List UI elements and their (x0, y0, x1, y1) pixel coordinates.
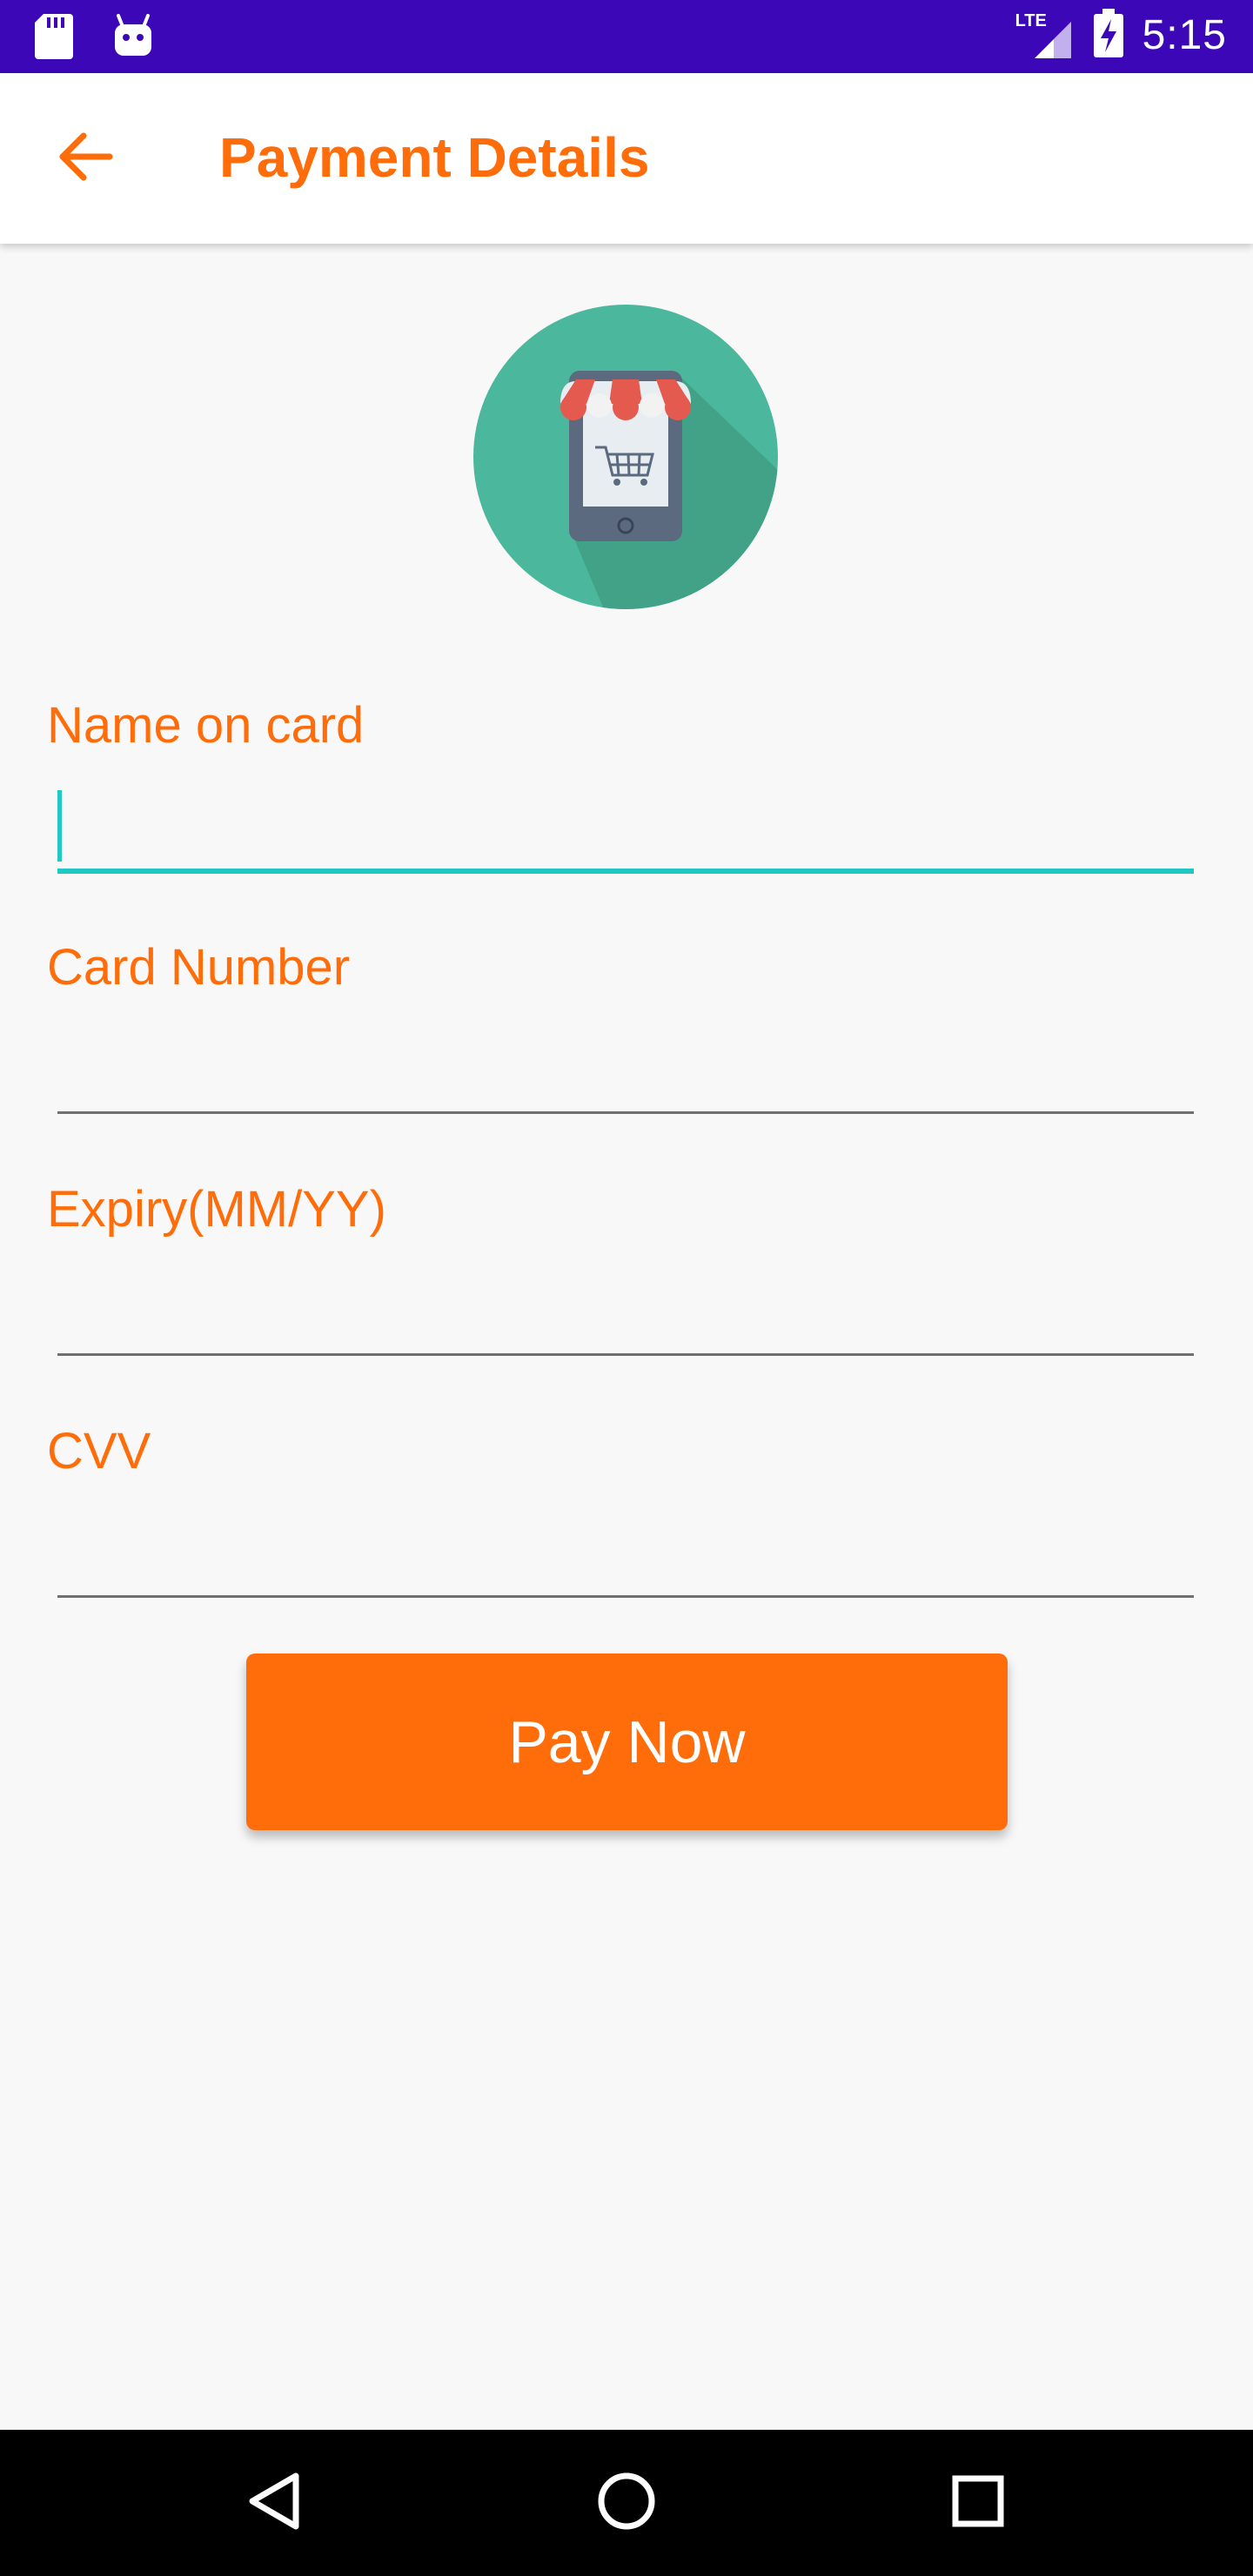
name-on-card-input[interactable] (57, 775, 1194, 862)
pay-now-button[interactable]: Pay Now (246, 1654, 1008, 1830)
android-icon (113, 14, 153, 64)
card-number-label: Card Number (47, 939, 351, 996)
navigation-bar (0, 2430, 1253, 2576)
cvv-label: CVV (47, 1423, 151, 1479)
cvv-input[interactable] (57, 1500, 1194, 1587)
expiry-field: Expiry(MM/YY) (0, 1171, 1253, 1363)
nav-recents-button[interactable] (926, 2451, 1030, 2555)
nav-home-button[interactable] (574, 2451, 679, 2555)
recents-square-icon (950, 2473, 1006, 2533)
status-left-icons (35, 14, 153, 64)
expiry-input[interactable] (57, 1258, 1194, 1345)
back-triangle-icon (247, 2471, 303, 2536)
name-on-card-underline (57, 869, 1194, 874)
name-on-card-field: Name on card (0, 688, 1253, 879)
arrow-left-icon (57, 132, 113, 185)
battery-charging-icon (1093, 9, 1123, 62)
app-bar: Payment Details (0, 73, 1253, 244)
card-number-input[interactable] (57, 1016, 1194, 1104)
card-number-field: Card Number (0, 929, 1253, 1121)
mobile-shop-icon (473, 305, 778, 609)
status-time: 5:15 (1142, 12, 1227, 58)
name-on-card-label: Name on card (47, 697, 365, 754)
expiry-label: Expiry(MM/YY) (47, 1181, 386, 1238)
card-number-underline (57, 1111, 1194, 1114)
nav-back-button[interactable] (223, 2451, 327, 2555)
home-circle-icon (596, 2471, 657, 2536)
status-right-icons: LTE 5:15 (1015, 9, 1227, 62)
back-button[interactable] (42, 115, 129, 202)
signal-icon: LTE (1015, 11, 1075, 60)
expiry-underline (57, 1353, 1194, 1356)
page-title: Payment Details (219, 126, 650, 189)
sd-card-icon (35, 14, 73, 64)
status-bar: LTE 5:15 (0, 0, 1253, 73)
cvv-underline (57, 1595, 1194, 1598)
cvv-field: CVV (0, 1413, 1253, 1605)
